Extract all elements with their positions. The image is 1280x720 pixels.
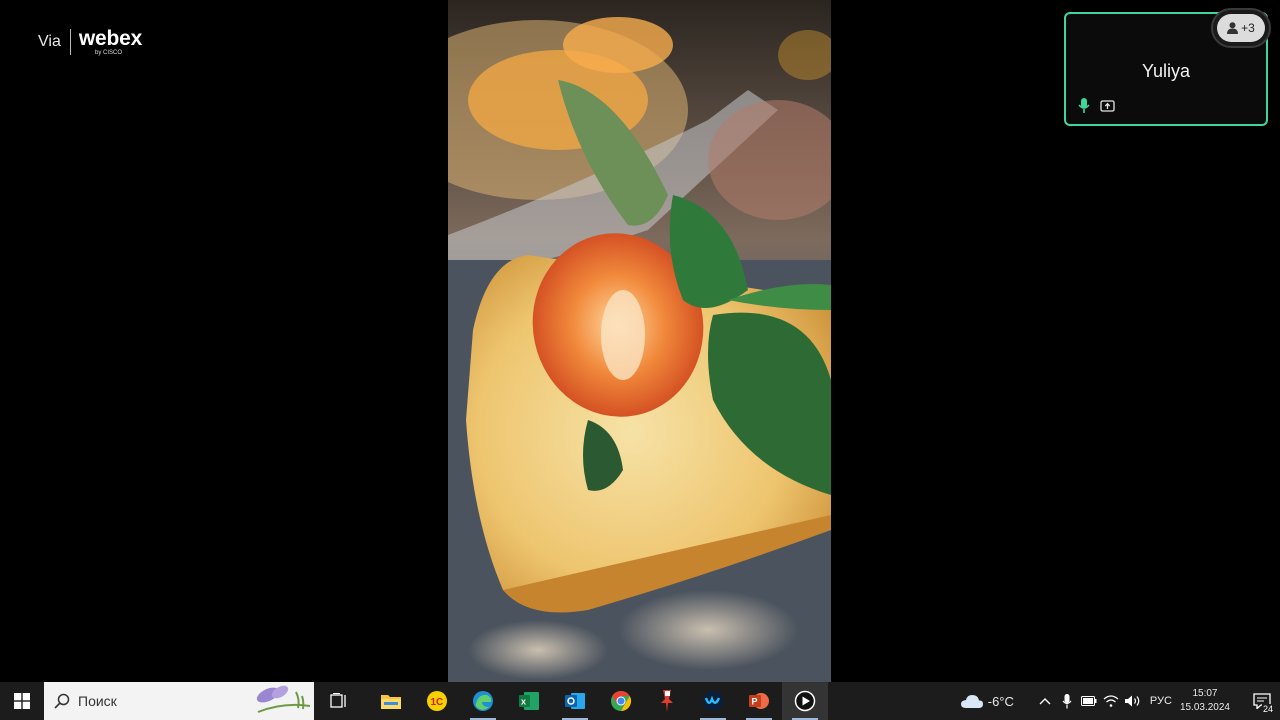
windows-icon: [14, 693, 30, 709]
excel-icon: x: [519, 692, 539, 710]
taskbar-pin-app[interactable]: [644, 682, 690, 720]
via-label: Via: [38, 33, 61, 50]
volume-tray-button[interactable]: [1122, 694, 1144, 708]
chrome-icon: [611, 690, 632, 712]
battery-icon: [1080, 696, 1097, 706]
search-label: Поиск: [78, 693, 117, 709]
microphone-icon: [1078, 98, 1090, 113]
taskbar-media-player[interactable]: [782, 682, 828, 720]
clock-date: 15.03.2024: [1179, 702, 1230, 713]
taskbar-chrome[interactable]: [598, 682, 644, 720]
1c-icon: 1C: [427, 691, 447, 711]
microphone-tray-button[interactable]: [1056, 693, 1078, 709]
person-icon: [1227, 22, 1239, 34]
notification-center-button[interactable]: 24: [1244, 682, 1280, 720]
clock[interactable]: 15:07 15.03.2024: [1180, 687, 1230, 715]
outlook-icon: [565, 693, 585, 709]
taskbar-1c[interactable]: 1C: [414, 682, 460, 720]
taskbar-excel[interactable]: x: [506, 682, 552, 720]
wifi-icon: [1103, 695, 1119, 707]
battery-tray-button[interactable]: [1078, 696, 1100, 706]
clock-time: 15:07: [1192, 688, 1218, 699]
taskbar-search[interactable]: Поиск: [44, 682, 314, 720]
webex-branding: Via webex by CISCO: [38, 28, 142, 56]
notification-count: 24: [1261, 704, 1274, 714]
folder-icon: [381, 695, 401, 709]
show-hidden-icons-button[interactable]: [1034, 697, 1056, 705]
weather-temperature[interactable]: -6°C: [988, 694, 1014, 709]
dessert-photo: [448, 0, 831, 682]
tray-microphone-icon: [1062, 693, 1072, 708]
search-icon: [54, 693, 70, 709]
svg-text:x: x: [521, 697, 526, 707]
lavender-illustration-icon: [256, 685, 311, 713]
chevron-up-icon: [1039, 698, 1051, 705]
cisco-tagline: by CISCO: [95, 50, 123, 56]
taskbar-edge[interactable]: [460, 682, 506, 720]
shared-video: [448, 0, 831, 682]
edge-icon: [473, 691, 493, 711]
taskbar: Поиск 1C x P -6°C РУС 15:07 15.03.2024 2…: [0, 682, 1280, 720]
task-view-button[interactable]: [316, 682, 362, 720]
play-icon: [794, 690, 816, 712]
speaker-icon: [1124, 695, 1140, 707]
task-view-icon: [330, 693, 346, 708]
cloud-icon[interactable]: [960, 693, 984, 709]
network-tray-button[interactable]: [1100, 694, 1122, 708]
taskbar-outlook[interactable]: [552, 682, 598, 720]
svg-text:1C: 1C: [431, 697, 444, 708]
participant-count: +3: [1241, 21, 1255, 35]
webex-logo: webex by CISCO: [79, 28, 142, 56]
taskbar-webex[interactable]: [690, 682, 736, 720]
taskbar-powerpoint[interactable]: P: [736, 682, 782, 720]
screen-share-icon: [1100, 100, 1115, 112]
svg-text:P: P: [752, 697, 758, 707]
taskbar-file-explorer[interactable]: [368, 682, 414, 720]
participants-button[interactable]: +3: [1211, 8, 1271, 48]
brand-divider: [69, 29, 71, 55]
powerpoint-icon: P: [749, 693, 769, 709]
start-button[interactable]: [0, 682, 44, 720]
participant-name: Yuliya: [1141, 61, 1191, 81]
webex-icon: [703, 691, 723, 711]
pin-app-icon: [661, 690, 673, 712]
system-tray: -6°C РУС 15:07 15.03.2024 24: [960, 682, 1280, 720]
webex-wordmark: webex: [78, 27, 143, 50]
input-language[interactable]: РУС: [1150, 695, 1172, 707]
